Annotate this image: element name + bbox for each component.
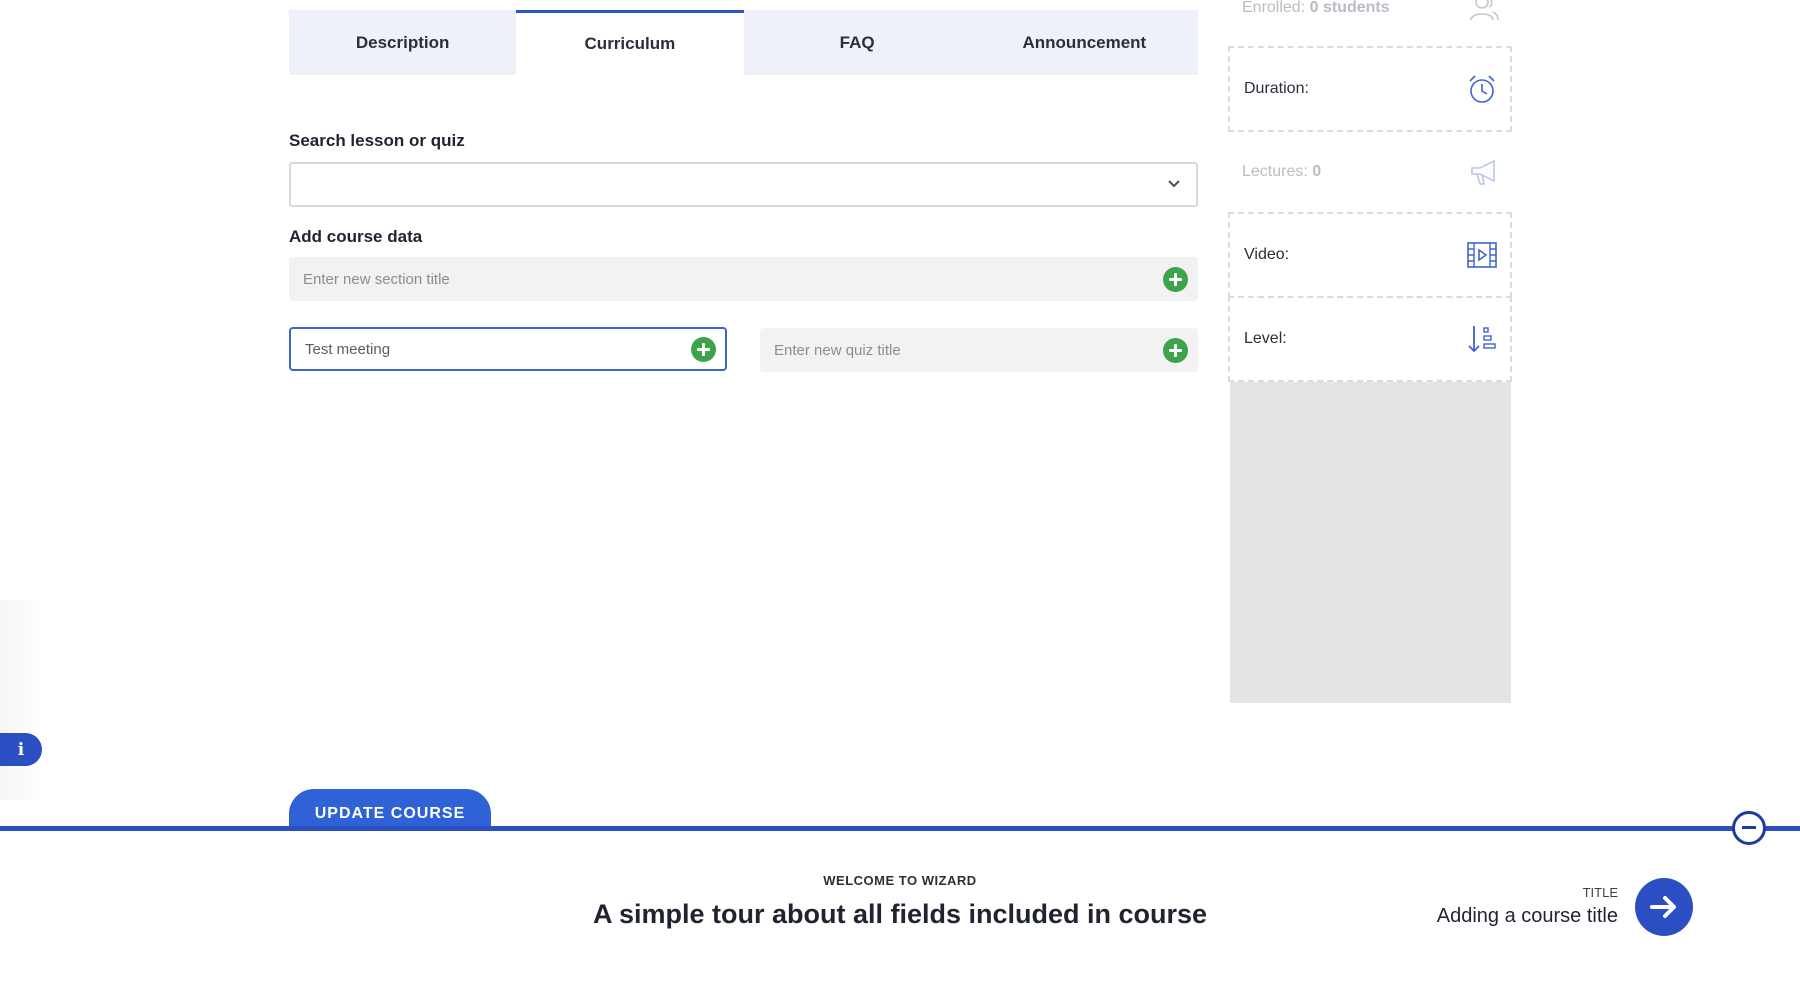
tab-announcement[interactable]: Announcement (971, 10, 1198, 75)
add-lesson-plus-icon[interactable] (691, 337, 716, 362)
info-icon[interactable]: i (0, 733, 42, 766)
section-title-input[interactable]: Enter new section title (289, 257, 1198, 301)
add-course-data-label: Add course data (289, 227, 423, 246)
tab-description[interactable]: Description (289, 10, 516, 75)
wizard-bar: WELCOME TO WIZARD A simple tour about al… (0, 811, 1800, 981)
add-section-plus-icon[interactable] (1163, 267, 1188, 292)
sort-level-icon (1468, 326, 1496, 353)
sidebar-media-placeholder (1230, 382, 1511, 703)
edge-shadow (0, 600, 40, 800)
sidebar-lectures: Lectures: 0 (1228, 142, 1512, 202)
megaphone-icon (1471, 159, 1495, 185)
wizard-kicker: WELCOME TO WIZARD (823, 873, 977, 888)
minimize-wizard-icon[interactable] (1732, 811, 1766, 845)
lectures-label: Lectures: (1242, 163, 1308, 180)
quiz-title-input[interactable]: Enter new quiz title (760, 328, 1198, 372)
section-title-placeholder: Enter new section title (303, 270, 450, 288)
sidebar-enrolled: Enrolled: 0 students (1228, 0, 1512, 38)
search-label: Search lesson or quiz (289, 131, 465, 150)
chevron-down-icon (1168, 180, 1180, 188)
lesson-title-input[interactable]: Test meeting (289, 327, 727, 371)
wizard-next-button[interactable] (1635, 878, 1693, 936)
duration-label: Duration: (1244, 80, 1309, 97)
lectures-value: 0 (1312, 163, 1322, 180)
course-tabs: Description Curriculum FAQ Announcement (289, 10, 1198, 75)
level-label: Level: (1244, 330, 1287, 347)
sidebar-video: Video: (1228, 212, 1512, 298)
wizard-next-title: Adding a course title (1436, 905, 1618, 927)
video-label: Video: (1244, 246, 1290, 263)
arrow-right-icon (1650, 896, 1676, 918)
alarm-clock-icon (1469, 75, 1495, 103)
wizard-next-label: TITLE (1582, 885, 1618, 900)
quiz-title-placeholder: Enter new quiz title (774, 341, 901, 359)
course-editor-page: Description Curriculum FAQ Announcement … (0, 0, 1800, 981)
tab-faq[interactable]: FAQ (744, 10, 971, 75)
users-icon (1470, 0, 1499, 21)
film-play-icon (1467, 242, 1497, 268)
sidebar-level: Level: (1228, 296, 1512, 382)
lesson-title-value: Test meeting (305, 340, 391, 358)
sidebar-duration: Duration: (1228, 46, 1512, 132)
search-lesson-select[interactable] (289, 162, 1198, 207)
enrolled-label: Enrolled: (1242, 0, 1306, 16)
tab-curriculum[interactable]: Curriculum (516, 10, 744, 75)
add-quiz-plus-icon[interactable] (1163, 338, 1188, 363)
enrolled-value: 0 students (1309, 0, 1390, 16)
